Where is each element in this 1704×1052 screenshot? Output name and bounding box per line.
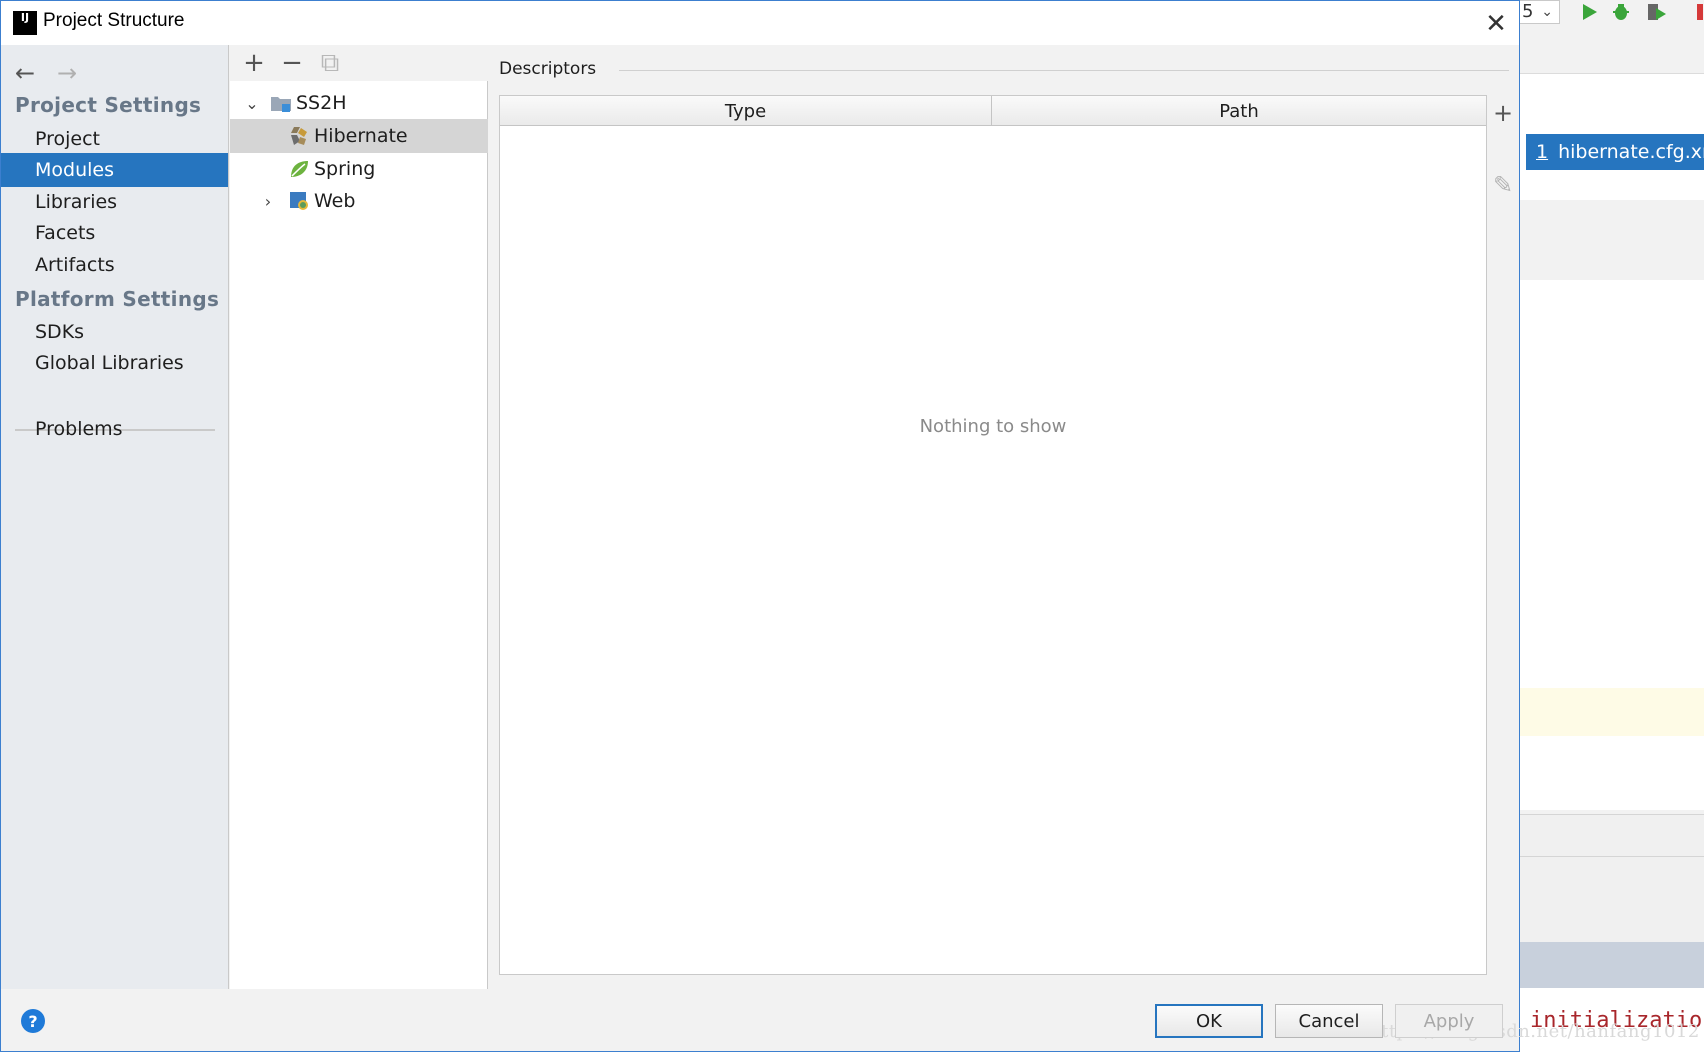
add-descriptor-icon[interactable]: + bbox=[1487, 97, 1519, 129]
ide-tool-window-header bbox=[1520, 942, 1704, 988]
back-arrow-icon[interactable]: ← bbox=[11, 53, 39, 93]
run-config-combo[interactable]: 5 ⌄ bbox=[1520, 0, 1560, 24]
ide-toolbar: 5 ⌄ bbox=[1520, 0, 1704, 26]
descriptors-separator bbox=[619, 70, 1509, 71]
column-header-path[interactable]: Path bbox=[992, 96, 1486, 126]
nav-item-artifacts[interactable]: Artifacts bbox=[1, 248, 228, 282]
ide-tabs-area bbox=[1520, 200, 1704, 280]
open-file-name: hibernate.cfg.xml bbox=[1558, 141, 1704, 163]
ide-console-text: initialization bbox=[1520, 988, 1704, 1052]
stop-icon[interactable] bbox=[1680, 0, 1704, 24]
nav-item-modules[interactable]: Modules bbox=[1, 153, 228, 187]
section-platform-settings: Platform Settings bbox=[15, 287, 220, 311]
nav-item-problems[interactable]: Problems bbox=[1, 412, 228, 446]
copy-icon[interactable]: ⧉ bbox=[316, 48, 344, 78]
nav-item-facets[interactable]: Facets bbox=[1, 216, 228, 250]
ide-current-line bbox=[1520, 688, 1704, 736]
settings-nav: ← → Project Settings Project Modules Lib… bbox=[1, 45, 229, 989]
debug-icon[interactable] bbox=[1608, 0, 1634, 24]
open-file-index: 1 bbox=[1536, 141, 1549, 163]
descriptors-table[interactable]: Type Path Nothing to show bbox=[499, 95, 1487, 975]
edit-descriptor-icon[interactable]: ✎ bbox=[1487, 169, 1519, 201]
run-config-combo-value: 5 bbox=[1522, 1, 1534, 22]
background-ide: 5 ⌄ <> 1 hiberna bbox=[1520, 0, 1704, 1052]
open-file-tab[interactable]: <> 1 hibernate.cfg.xml bbox=[1526, 134, 1704, 170]
tree-node-label: SS2H bbox=[296, 92, 347, 114]
ide-panel-1 bbox=[1520, 814, 1704, 856]
run-icon[interactable] bbox=[1576, 0, 1602, 24]
help-icon[interactable]: ? bbox=[21, 1009, 45, 1033]
table-header: Type Path bbox=[500, 96, 1486, 126]
remove-icon[interactable]: − bbox=[278, 48, 306, 78]
tree-node-label: Hibernate bbox=[314, 125, 408, 147]
tree-node-ss2h[interactable]: ⌄ SS2H bbox=[230, 86, 488, 120]
nav-item-sdks[interactable]: SDKs bbox=[1, 315, 228, 349]
chevron-down-icon[interactable]: ⌄ bbox=[240, 91, 264, 115]
dialog-titlebar: IJ Project Structure ✕ bbox=[1, 1, 1519, 45]
hibernate-icon bbox=[291, 127, 307, 145]
module-folder-icon bbox=[271, 97, 291, 112]
nav-history: ← → bbox=[11, 53, 81, 93]
tree-node-spring[interactable]: Spring bbox=[230, 152, 488, 186]
dialog-title: Project Structure bbox=[43, 10, 185, 31]
project-structure-dialog: IJ Project Structure ✕ ← → Project Setti… bbox=[0, 0, 1699, 1052]
facet-content-panel: Descriptors Type Path Nothing to show + … bbox=[489, 45, 1519, 989]
tree-node-hibernate[interactable]: Hibernate bbox=[230, 119, 488, 153]
tree-node-label: Spring bbox=[314, 158, 376, 180]
empty-table-message: Nothing to show bbox=[919, 416, 1067, 437]
chevron-down-icon: ⌄ bbox=[1541, 4, 1553, 20]
nav-item-global-libraries[interactable]: Global Libraries bbox=[1, 346, 228, 380]
descriptors-toolbar: + ✎ bbox=[1487, 95, 1519, 975]
tree-node-web[interactable]: › Web bbox=[230, 184, 488, 218]
descriptors-label: Descriptors bbox=[499, 59, 597, 79]
tree-toolbar: + − ⧉ bbox=[230, 45, 488, 81]
screen: 5 ⌄ <> 1 hiberna bbox=[0, 0, 1704, 1052]
intellij-logo-icon: IJ bbox=[10, 8, 40, 38]
ide-panel-2 bbox=[1520, 856, 1704, 942]
tree-node-label: Web bbox=[314, 190, 356, 212]
nav-item-project[interactable]: Project bbox=[1, 122, 228, 156]
ok-button[interactable]: OK bbox=[1155, 1004, 1263, 1038]
coverage-icon[interactable] bbox=[1644, 0, 1670, 24]
chevron-right-icon[interactable]: › bbox=[256, 189, 280, 213]
apply-button[interactable]: Apply bbox=[1395, 1004, 1503, 1038]
column-header-type[interactable]: Type bbox=[500, 96, 992, 126]
cancel-button[interactable]: Cancel bbox=[1275, 1004, 1383, 1038]
ide-navbar bbox=[1520, 40, 1704, 74]
web-module-icon bbox=[290, 192, 308, 210]
forward-arrow-icon[interactable]: → bbox=[53, 53, 81, 93]
close-icon[interactable]: ✕ bbox=[1481, 9, 1511, 39]
add-icon[interactable]: + bbox=[240, 48, 268, 78]
section-project-settings: Project Settings bbox=[15, 93, 202, 117]
module-tree-panel: + − ⧉ ⌄ SS2H Hibernate Spring › Web bbox=[230, 45, 488, 989]
nav-item-libraries[interactable]: Libraries bbox=[1, 185, 228, 219]
spring-leaf-icon bbox=[291, 161, 308, 177]
